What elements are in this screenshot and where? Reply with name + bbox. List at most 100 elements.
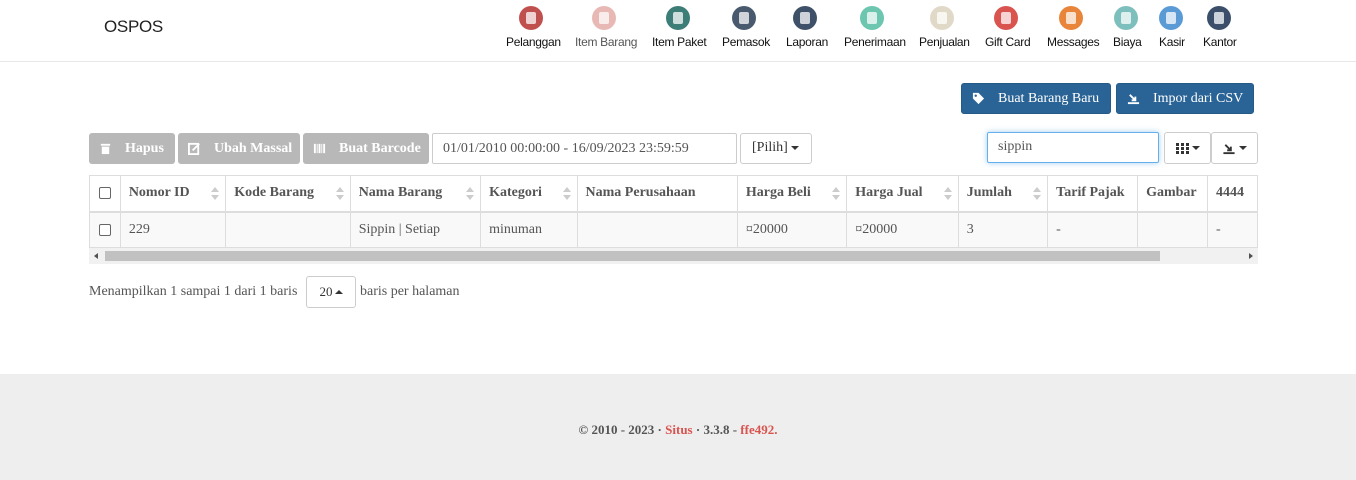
column-header-label: Harga Beli <box>745 185 811 201</box>
chevron-down-icon <box>1191 146 1200 150</box>
receivings-icon <box>860 6 884 30</box>
version-text: · 3.3.8 - <box>692 422 741 437</box>
scrollbar-thumb[interactable] <box>105 251 1160 261</box>
customers-icon <box>518 6 543 30</box>
column-header[interactable]: Nama Barang <box>349 175 482 213</box>
select-all-header <box>89 175 121 213</box>
column-header[interactable]: Nama Perusahaan <box>576 175 738 213</box>
sort-icon[interactable] <box>211 187 220 201</box>
chevron-up-icon <box>334 290 343 294</box>
nav-item-label: Laporan <box>786 35 828 49</box>
delete-button[interactable]: Hapus <box>89 133 175 164</box>
chevron-down-icon <box>790 145 799 150</box>
sort-icon[interactable] <box>832 187 841 201</box>
columns-toggle-button[interactable] <box>1164 132 1211 164</box>
daterange-input[interactable]: 01/01/2010 00:00:00 - 16/09/2023 23:59:5… <box>432 133 737 164</box>
delete-label: Hapus <box>125 140 164 156</box>
grid-icon <box>1175 142 1189 154</box>
column-header-label: Nama Perusahaan <box>585 185 696 201</box>
page-size-value: 20 <box>319 284 333 299</box>
horizontal-scrollbar[interactable] <box>89 248 1258 264</box>
sort-icon[interactable] <box>1033 187 1042 201</box>
column-header[interactable]: Harga Beli <box>736 175 848 213</box>
messages-phone-icon <box>1058 6 1083 30</box>
nav-item-label: Gift Card <box>985 35 1031 49</box>
table-cell: - <box>1047 211 1139 248</box>
column-header[interactable]: Jumlah <box>957 175 1049 213</box>
edit-icon <box>188 142 200 155</box>
column-header[interactable]: Kode Barang <box>225 175 351 213</box>
nav-item-label: Penjualan <box>919 35 970 49</box>
column-header-label: Kategori <box>489 185 542 201</box>
table-cell: 3 <box>957 211 1049 248</box>
filter-select[interactable]: [Pilih] <box>740 133 812 164</box>
nav-item-8[interactable]: Messages <box>1047 6 1100 49</box>
nav-item-11[interactable]: Kantor <box>1203 6 1237 49</box>
footer: © 2010 - 2023 · Situs · 3.3.8 - ffe492. <box>0 374 1356 480</box>
scroll-right-icon[interactable] <box>1249 253 1253 259</box>
items-table: Nomor ID Kode Barang Nama Barang Kategori Na… <box>89 175 1258 248</box>
nav-item-3[interactable]: Pemasok <box>722 6 770 49</box>
bulk-edit-label: Ubah Massal <box>214 140 293 156</box>
new-item-label: Buat Barang Baru <box>998 90 1100 106</box>
select-all-checkbox[interactable] <box>99 187 111 200</box>
table-cell <box>1137 211 1209 248</box>
export-button[interactable] <box>1211 132 1258 164</box>
column-header[interactable]: Nomor ID <box>119 175 227 213</box>
nav-item-1[interactable]: Item Barang <box>575 6 637 49</box>
column-header-label: Tarif Pajak <box>1056 185 1125 201</box>
reports-chart-icon <box>793 6 817 30</box>
nav-item-6[interactable]: Penjualan <box>919 6 970 49</box>
site-link[interactable]: Situs <box>665 422 692 437</box>
chevron-down-icon <box>1239 146 1247 150</box>
nav-item-7[interactable]: Gift Card <box>985 6 1031 49</box>
sort-icon[interactable] <box>562 187 571 201</box>
nav-item-4[interactable]: Laporan <box>786 6 828 49</box>
import-csv-button[interactable]: Impor dari CSV <box>1116 83 1254 114</box>
sort-icon[interactable] <box>466 187 475 201</box>
nav-item-0[interactable]: Pelanggan <box>506 6 561 49</box>
sort-icon[interactable] <box>335 187 344 201</box>
table-cell: 229 <box>119 211 227 248</box>
generate-barcode-button[interactable]: Buat Barcode <box>303 133 429 164</box>
nav-item-9[interactable]: Biaya <box>1113 6 1142 49</box>
column-header-label: Harga Jual <box>855 185 923 201</box>
sales-basket-icon <box>930 6 954 30</box>
nav-item-2[interactable]: Item Paket <box>652 6 707 49</box>
column-header[interactable]: Kategori <box>480 175 578 213</box>
barcode-icon <box>313 143 326 154</box>
page-size-dropdown[interactable]: 20 <box>306 276 356 308</box>
column-header[interactable]: 4444 <box>1207 175 1258 213</box>
search-input[interactable]: sippin <box>987 132 1159 163</box>
column-header[interactable]: Gambar <box>1137 175 1209 213</box>
table-cell: - <box>1207 211 1258 248</box>
scroll-left-icon[interactable] <box>94 253 98 259</box>
tag-icon <box>972 92 985 105</box>
table-row[interactable]: 229 Sippin | Setiap minuman ¤20000 ¤20000 3- - <box>89 211 1258 248</box>
import-csv-label: Impor dari CSV <box>1153 90 1244 106</box>
sort-icon[interactable] <box>943 187 952 201</box>
column-header-label: Kode Barang <box>234 185 314 201</box>
column-header[interactable]: Tarif Pajak <box>1047 175 1139 213</box>
nav-item-label: Kasir <box>1159 35 1185 49</box>
footer-text: © 2010 - 2023 · Situs · 3.3.8 - ffe492. <box>0 422 1356 438</box>
row-checkbox[interactable] <box>99 223 111 236</box>
column-header-label: Nama Barang <box>358 185 443 201</box>
nav-item-5[interactable]: Penerimaan <box>844 6 906 49</box>
generate-barcode-label: Buat Barcode <box>339 140 421 156</box>
table-cell: minuman <box>480 211 578 248</box>
row-select-cell <box>89 211 121 248</box>
suppliers-briefcase-icon <box>732 6 756 30</box>
column-header-label: 4444 <box>1216 185 1245 201</box>
commit-link[interactable]: ffe492. <box>740 422 777 437</box>
new-item-button[interactable]: Buat Barang Baru <box>961 83 1111 114</box>
expenses-icon <box>1114 6 1138 30</box>
column-header[interactable]: Harga Jual <box>846 175 959 213</box>
pagination-info: Menampilkan 1 sampai 1 dari 1 baris <box>89 284 298 299</box>
export-icon <box>1223 143 1235 154</box>
items-tag-icon <box>591 6 616 30</box>
brand-logo[interactable]: OSPOS <box>104 17 163 37</box>
nav-item-10[interactable]: Kasir <box>1159 6 1185 49</box>
bulk-edit-button[interactable]: Ubah Massal <box>178 133 300 164</box>
trash-icon <box>100 143 111 155</box>
